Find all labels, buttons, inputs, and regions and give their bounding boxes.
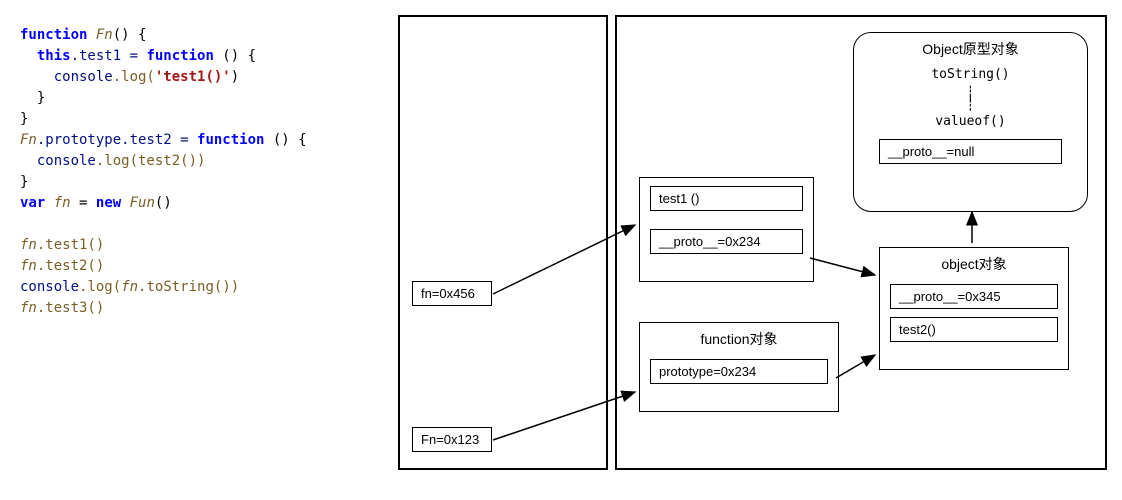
method: .log( (79, 279, 121, 295)
prop: console (20, 279, 79, 295)
var-ref: fn (20, 237, 37, 253)
punct: } (20, 111, 28, 127)
fn-name: Fun (121, 195, 155, 211)
kw-this: this (37, 48, 71, 64)
function-field-prototype: prototype=0x234 (650, 359, 828, 384)
fn-name: Fn (96, 27, 113, 43)
method: .test1() (37, 237, 104, 253)
object-proto-box: Object原型对象 toString() ┊┊ valueof() __pro… (853, 32, 1088, 212)
fn-name: Fn (20, 132, 37, 148)
object-field-test2: test2() (890, 317, 1058, 342)
instance-field-test1: test1 () (650, 186, 803, 211)
punct: () { (214, 48, 256, 64)
vdots-icon: ┊┊ (854, 88, 1087, 112)
punct: = (71, 195, 96, 211)
punct: ) (231, 69, 239, 85)
var-ref: fn (20, 258, 37, 274)
punct: () { (264, 132, 306, 148)
var-ref: fn (121, 279, 138, 295)
method: .log(test2()) (96, 153, 206, 169)
string: 'test1()' (155, 69, 231, 85)
method: .test3() (37, 300, 104, 316)
var-name: fn (45, 195, 70, 211)
punct: () (155, 195, 172, 211)
method: .log( (113, 69, 155, 85)
kw-function: function (20, 27, 87, 43)
code-block: function Fn() { this.test1 = function ()… (20, 25, 307, 319)
object-box: object对象 __proto__=0x345 test2() (879, 247, 1069, 370)
kw-new: new (96, 195, 121, 211)
heap-box: test1 () __proto__=0x234 function对象 prot… (615, 15, 1107, 470)
punct: () { (113, 27, 147, 43)
object-proto-tostring: toString() (854, 61, 1087, 88)
punct: } (20, 174, 28, 190)
object-title: object对象 (880, 248, 1068, 276)
punct: } (20, 90, 45, 106)
stack-var-fn: fn=0x456 (412, 281, 492, 306)
stack-var-Fn: Fn=0x123 (412, 427, 492, 452)
method: .toString()) (138, 279, 239, 295)
kw-function: function (197, 132, 264, 148)
instance-field-proto: __proto__=0x234 (650, 229, 803, 254)
prop: .test1 = (71, 48, 147, 64)
instance-box: test1 () __proto__=0x234 (639, 177, 814, 282)
prop: .prototype.test2 = (37, 132, 197, 148)
stack-box: fn=0x456 Fn=0x123 (398, 15, 608, 470)
method: .test2() (37, 258, 104, 274)
prop: console (20, 69, 113, 85)
prop: console (20, 153, 96, 169)
object-proto-title: Object原型对象 (854, 33, 1087, 61)
object-proto-null: __proto__=null (879, 139, 1062, 164)
function-title: function对象 (640, 323, 838, 351)
function-box: function对象 prototype=0x234 (639, 322, 839, 412)
kw-var: var (20, 195, 45, 211)
object-field-proto: __proto__=0x345 (890, 284, 1058, 309)
object-proto-valueof: valueof() (854, 112, 1087, 131)
kw-function: function (146, 48, 213, 64)
var-ref: fn (20, 300, 37, 316)
